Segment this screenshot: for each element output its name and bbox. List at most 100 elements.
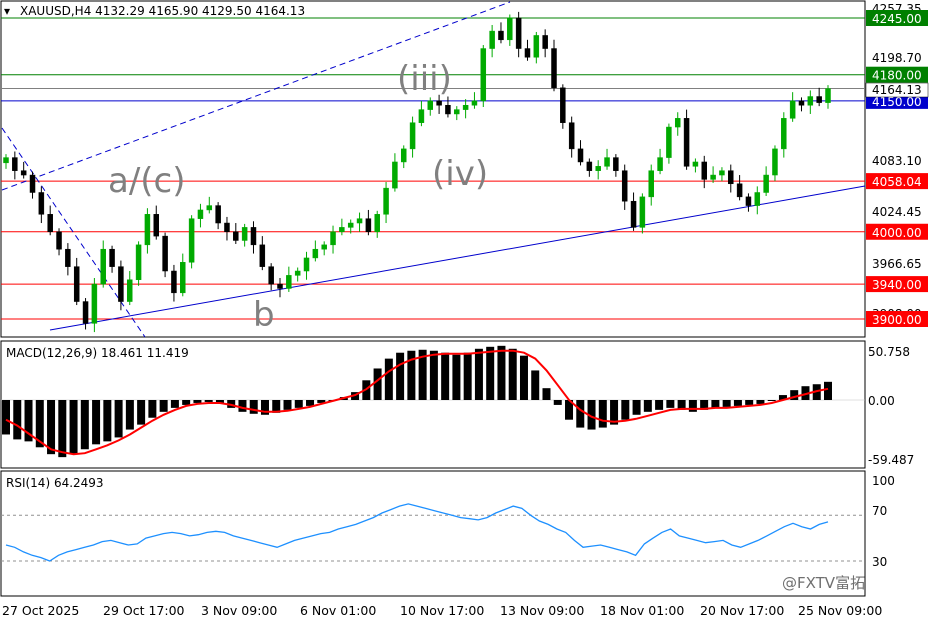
date-tick: 25 Nov 09:00 (798, 603, 882, 618)
wave-label-ac: a/(c) (108, 161, 186, 201)
support-trendline (49, 185, 866, 331)
macd-bar (756, 400, 765, 404)
macd-bar (306, 400, 315, 406)
candle-body (507, 17, 513, 41)
candle-body (498, 30, 504, 41)
candle-body (365, 218, 372, 233)
macd-bar (182, 400, 191, 405)
date-tick: 20 Nov 17:00 (700, 603, 784, 618)
candle-body (109, 248, 115, 267)
candle-body (480, 48, 487, 102)
macd-axis: 50.758 0.00 -59.487 (868, 345, 914, 467)
candle-body (462, 104, 469, 110)
macd-bar (643, 400, 652, 412)
candle-body (126, 279, 133, 302)
macd-bar (429, 350, 438, 400)
candle-body (542, 35, 548, 49)
macd-plot (1, 345, 865, 458)
candle-body (586, 161, 593, 171)
macd-bar (576, 400, 585, 428)
macd-bar (148, 400, 157, 418)
candle-body (303, 257, 310, 272)
candle-body (47, 214, 53, 233)
macd-bar (553, 400, 562, 405)
candle-body (666, 126, 672, 158)
candle-body (38, 192, 45, 215)
current-price-label: 4164.13 (872, 83, 922, 97)
rsi-plot (1, 503, 865, 562)
wave-label-iii: (iii) (397, 59, 452, 99)
candle-body (29, 174, 36, 193)
candle-body (728, 170, 734, 185)
macd-bar (294, 400, 303, 408)
candle-body (3, 157, 9, 164)
date-tick: 13 Nov 09:00 (500, 603, 584, 618)
rsi-line (5, 503, 829, 562)
candle-body (489, 30, 495, 49)
candle-body (816, 96, 822, 103)
chart-menu-icon[interactable]: ▾ (4, 4, 10, 18)
rsi-tick: 70 (872, 504, 887, 518)
candle-body (789, 100, 796, 119)
macd-bar (733, 400, 742, 406)
macd-bar (170, 400, 179, 408)
candle-body (763, 174, 769, 193)
candle-body (180, 262, 186, 294)
candle-body (20, 170, 27, 176)
macd-bar (542, 388, 551, 400)
candle-body (409, 122, 416, 150)
candle-body (118, 266, 124, 302)
wave-label-b: b (253, 295, 275, 335)
macd-bar (13, 400, 22, 440)
price-tick: 4024.45 (872, 205, 922, 219)
candle-body (568, 122, 575, 150)
chart-canvas: ▾ XAUUSD,H4 4132.29 4165.90 4129.50 4164… (0, 0, 929, 618)
candle-body (471, 100, 478, 106)
price-tick: 3966.65 (872, 257, 922, 271)
macd-bar (396, 352, 405, 400)
price-tick: 4198.70 (872, 51, 922, 65)
candle-body (454, 109, 460, 115)
macd-bar (531, 370, 540, 400)
candle-body (427, 100, 434, 110)
macd-bar (69, 400, 78, 455)
price-axis: 4257.35 4198.70 4083.10 4024.45 3966.65 … (872, 2, 922, 321)
macd-bar (519, 355, 528, 400)
candle-body (321, 244, 327, 250)
candle-body (736, 183, 743, 198)
macd-bar (238, 400, 247, 412)
macd-bar (114, 400, 123, 438)
candle-body (259, 244, 266, 267)
rsi-tick: 30 (872, 555, 887, 569)
macd-bar (632, 400, 641, 415)
macd-bar (92, 400, 101, 445)
candle-body (772, 148, 778, 176)
date-tick: 3 Nov 09:00 (201, 603, 277, 618)
symbol-header: XAUUSD,H4 4132.29 4165.90 4129.50 4164.1… (20, 4, 305, 18)
candle-body (383, 187, 389, 215)
candle-body (445, 104, 451, 115)
candle-body (277, 283, 283, 289)
candle-body (392, 161, 398, 189)
macd-bar (508, 348, 517, 400)
candle-body (754, 192, 761, 206)
macd-bar (745, 400, 754, 405)
macd-bar (824, 381, 832, 400)
candle-body (347, 222, 354, 228)
macd-bar (598, 400, 607, 428)
candle-body (374, 214, 380, 233)
level-tag-label: 4058.04 (872, 175, 922, 189)
macd-bar (125, 400, 134, 430)
rsi-panel (0, 470, 866, 597)
candle-body (224, 222, 230, 233)
candle-body (250, 227, 257, 246)
candle-body (524, 48, 531, 58)
candle-body (807, 96, 814, 106)
candle-body (339, 227, 345, 233)
macd-bar (80, 400, 89, 450)
macd-bar (283, 400, 292, 410)
macd-bar (103, 400, 112, 442)
macd-bar (666, 400, 675, 408)
candle-body (171, 270, 177, 294)
macd-bar (463, 352, 472, 400)
